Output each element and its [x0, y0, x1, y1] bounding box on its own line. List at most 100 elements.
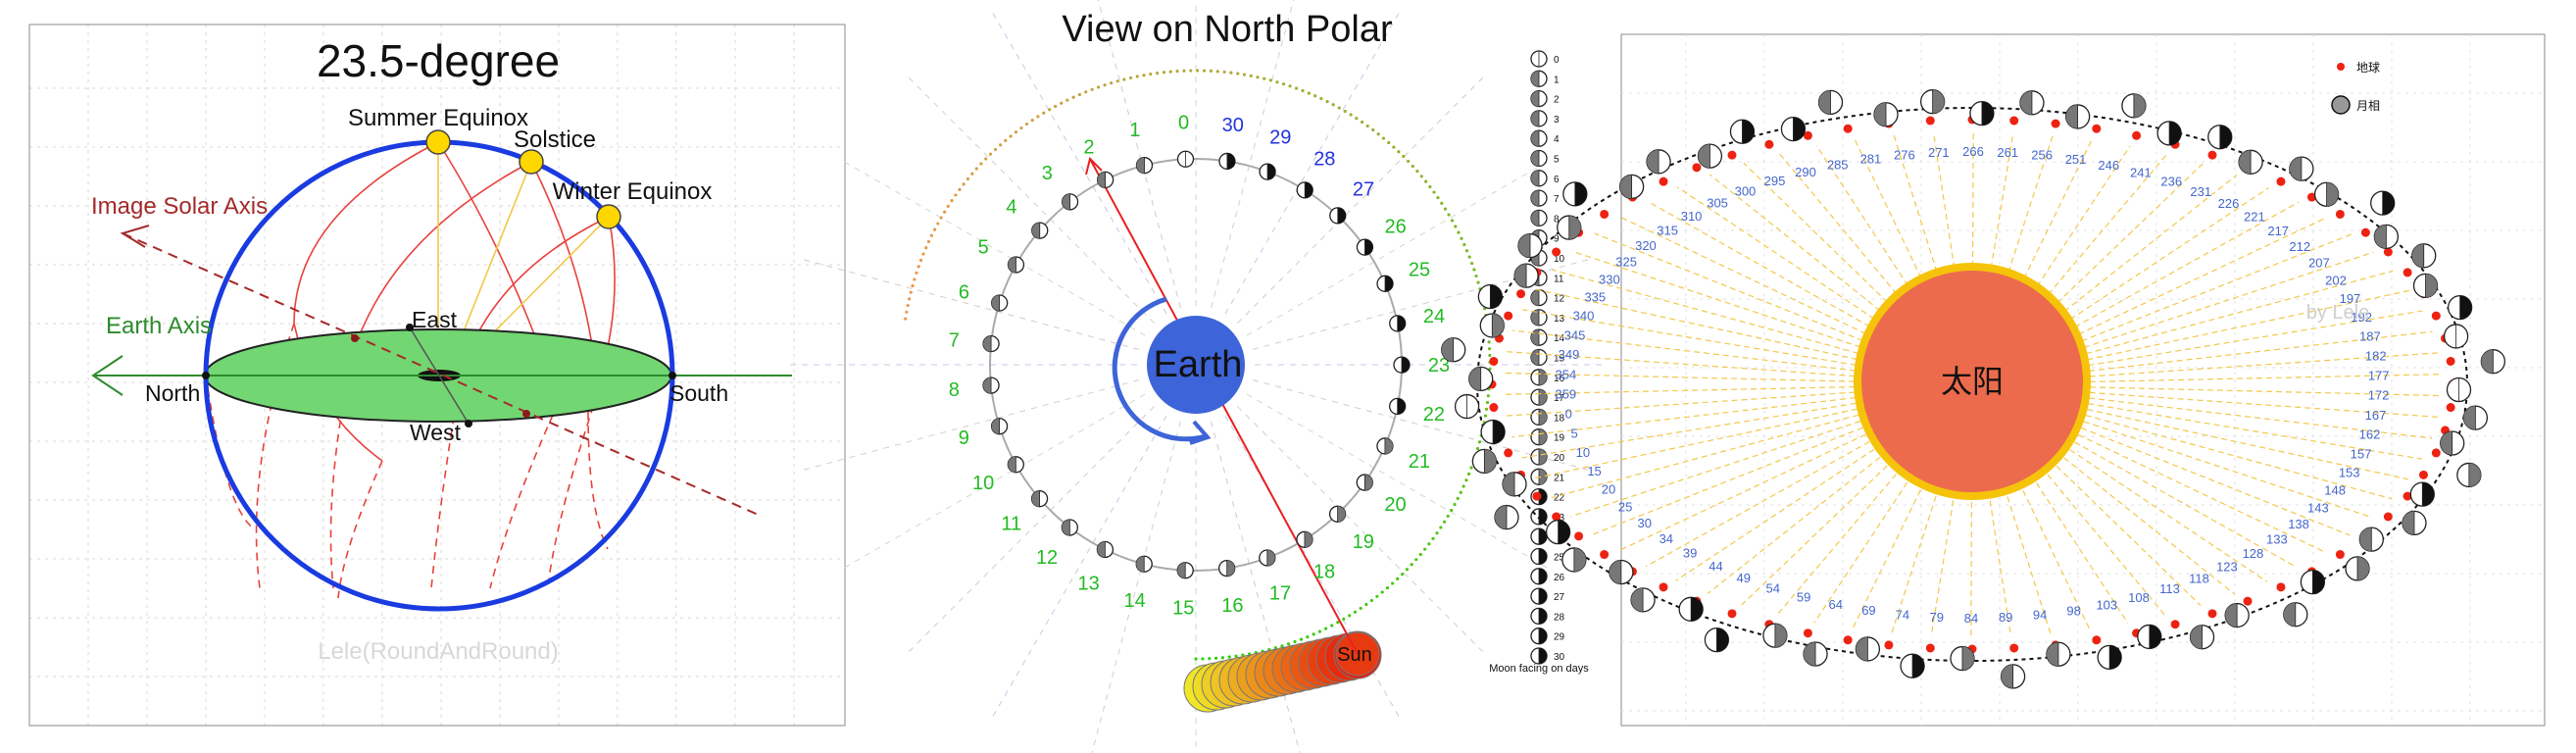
day-label: 246 [2098, 158, 2119, 173]
day-label: 39 [1683, 545, 1697, 560]
moon-shadow [1818, 90, 1831, 115]
moon-shadow [1514, 264, 1527, 288]
day-label: 202 [2325, 273, 2347, 287]
day-label: 226 [2218, 196, 2240, 211]
earth-position-dot [2383, 512, 2393, 522]
orbit-moon [2224, 602, 2250, 628]
orbit-moon [1562, 181, 1588, 207]
orbit-moon [2064, 104, 2091, 129]
day-label: 25 [1618, 499, 1632, 514]
moon-shadow [1716, 628, 1729, 652]
day-label: 340 [1573, 309, 1595, 324]
day-label: 128 [2243, 546, 2264, 561]
earth-position-dot [1532, 491, 1542, 501]
day-label: 148 [2324, 483, 2346, 498]
day-label: 98 [2066, 603, 2080, 618]
earth-position-dot [1692, 163, 1702, 173]
day-label: 217 [2267, 224, 2289, 238]
day-label: 330 [1599, 272, 1620, 286]
orbit-moon [2411, 243, 2437, 269]
moon-shadow [1631, 587, 1644, 612]
day-label: 349 [1559, 347, 1580, 362]
earth-position-dot [1884, 640, 1894, 650]
orbit-moon [2097, 644, 2122, 671]
moon-shadow [2326, 182, 2339, 207]
earth-position-dot [2335, 550, 2345, 560]
moon-shadow [1468, 367, 1481, 391]
earth-position-dot [2170, 620, 2180, 629]
day-label: 64 [1829, 597, 1843, 612]
orbit-moon [1729, 119, 1756, 144]
orbit-moon [2137, 624, 2162, 650]
moon-shadow [1856, 636, 1868, 661]
orbit-moon [2238, 149, 2263, 175]
earth-position-dot [1727, 150, 1737, 160]
orbit-moon [1762, 623, 1788, 648]
day-label: 34 [1660, 531, 1673, 546]
earth-position-dot [2431, 448, 2441, 458]
day-label: 153 [2339, 465, 2360, 479]
day-label: 251 [2065, 152, 2087, 167]
day-label: 20 [1602, 482, 1615, 497]
moon-shadow [1493, 420, 1506, 444]
orbit-moon [2412, 273, 2439, 299]
orbit-moon [2189, 625, 2215, 650]
moon-shadow [1874, 102, 1887, 126]
day-label: 285 [1827, 157, 1849, 172]
orbit-moon [1471, 448, 1498, 475]
day-label: 315 [1657, 223, 1678, 237]
moon-shadow [2149, 625, 2161, 649]
earth-position-dot [2051, 119, 2060, 128]
orbit-moon [2121, 93, 2147, 119]
earth-position-dot [2092, 635, 2102, 645]
moon-shadow [1573, 547, 1586, 572]
earth-position-dot [1600, 209, 1610, 219]
orbit-moon [1803, 641, 1828, 667]
moon-shadow [2065, 104, 2078, 128]
orbit-moon [1646, 149, 1671, 175]
moon-shadow [2219, 125, 2232, 149]
earth-position-dot [2446, 403, 2455, 413]
moon-shadow [1441, 337, 1454, 362]
orbit-moon [2207, 125, 2233, 150]
day-label: 354 [1556, 367, 1577, 381]
moon-shadow [2046, 642, 2058, 667]
moon-shadow [2425, 274, 2438, 298]
earth-position-dot [1574, 531, 1584, 541]
moon-shadow [2109, 645, 2122, 670]
earth-position-dot [2243, 596, 2253, 606]
earth-position-dot [1925, 643, 1935, 653]
moon-shadow [2289, 157, 2302, 181]
earth-position-dot [2276, 582, 2286, 592]
legend-earth-marker [2337, 63, 2345, 71]
day-label: 212 [2289, 239, 2310, 254]
moon-shadow [1609, 560, 1621, 584]
day-label: 59 [1797, 590, 1810, 605]
moon-shadow [1647, 149, 1660, 174]
earth-position-dot [2009, 116, 2019, 126]
moon-shadow [2019, 90, 2032, 115]
earth-position-dot [1552, 247, 1561, 257]
legend-earth-label: 地球 [2356, 61, 2380, 75]
orbit-moon [1609, 559, 1634, 585]
moon-shadow [1912, 654, 1925, 678]
day-label: 182 [2365, 348, 2387, 363]
moon-shadow [2359, 527, 2372, 552]
day-label: 89 [1999, 610, 2012, 625]
day-label: 54 [1765, 580, 1779, 595]
earth-position-dot [1516, 289, 1526, 299]
day-label: 236 [2160, 175, 2182, 189]
day-label: 207 [2308, 256, 2330, 271]
moon-shadow [2133, 93, 2146, 118]
orbit-moon [1900, 653, 1925, 678]
orbit-moon [1919, 89, 1946, 115]
orbit-moon [2402, 510, 2427, 536]
day-label: 167 [2365, 408, 2387, 423]
moon-shadow [2312, 570, 2325, 594]
day-label: 15 [1587, 464, 1601, 478]
moon-shadow [1558, 520, 1570, 544]
day-label: 221 [2244, 210, 2265, 225]
earth-position-dot [1504, 448, 1513, 458]
panel3-watermark: by Lele [2306, 302, 2370, 324]
earth-position-dot [2276, 176, 2286, 186]
